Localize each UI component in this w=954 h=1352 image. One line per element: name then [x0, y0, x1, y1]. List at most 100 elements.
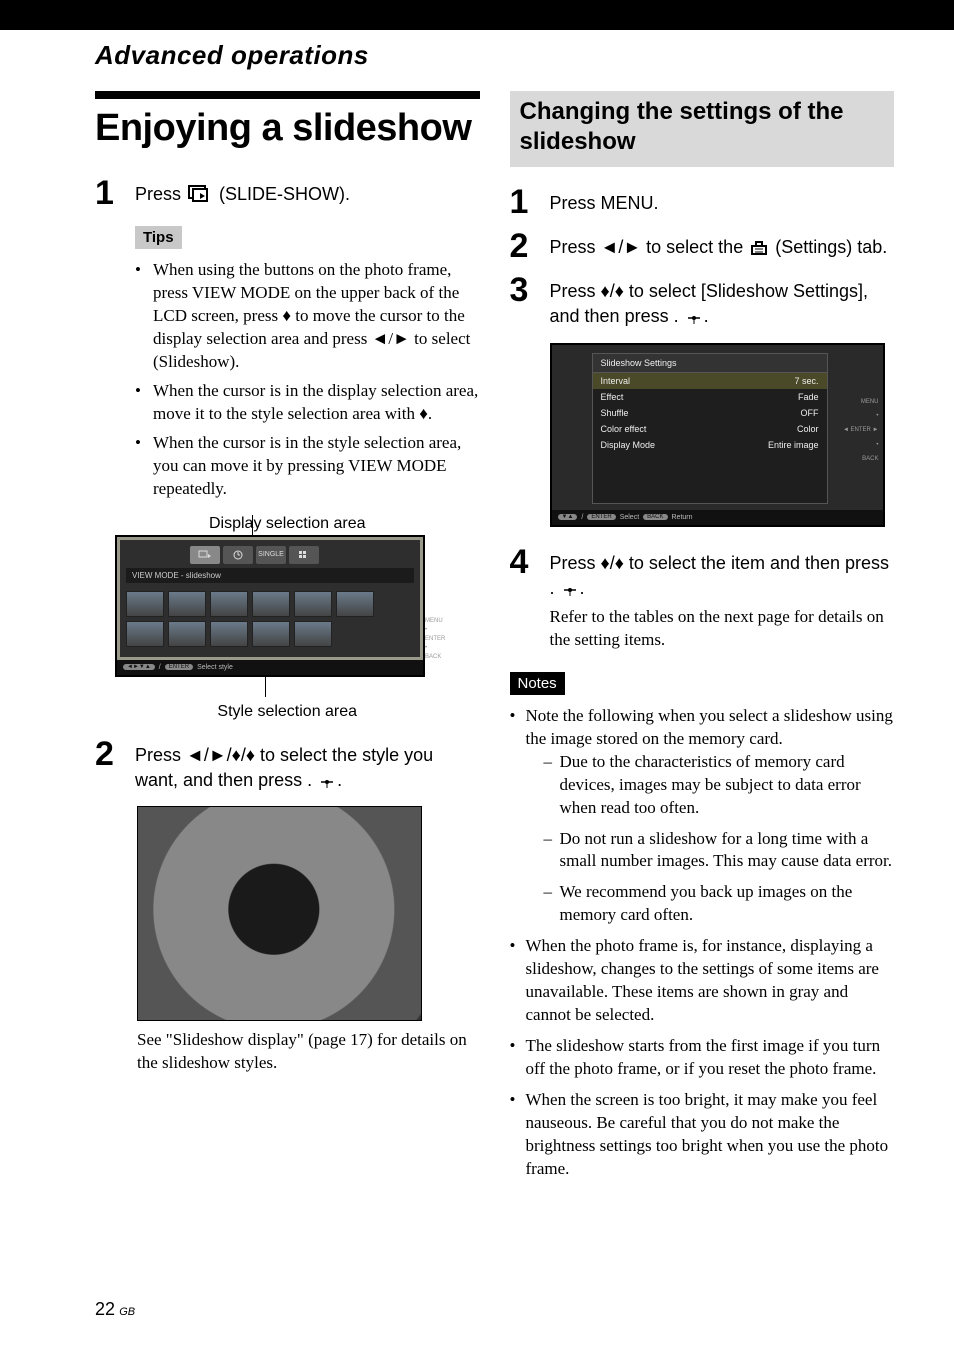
- side-back: BACK: [425, 653, 461, 662]
- enter-pill: ENTER: [587, 514, 615, 520]
- tip-item: When the cursor is in the style selectio…: [135, 432, 480, 501]
- r-step2-pre: Press ◄/► to select the: [550, 237, 749, 257]
- enter-pill: ENTER: [165, 664, 193, 670]
- tip-item: When the cursor is in the display select…: [135, 380, 480, 426]
- after-image-text: See "Slideshow display" (page 17) for de…: [137, 1029, 480, 1075]
- tab-index: [289, 546, 319, 564]
- notes-list: Note the following when you select a sli…: [510, 705, 895, 1181]
- note-item: Note the following when you select a sli…: [510, 705, 895, 927]
- row-key: Shuffle: [601, 408, 629, 418]
- style-selection-caption: Style selection area: [95, 703, 480, 721]
- left-column: Enjoying a slideshow 1 Press (SLIDE-SHOW…: [95, 91, 480, 1189]
- note-item: When the photo frame is, for instance, d…: [510, 935, 895, 1027]
- settings-row: Display ModeEntire image: [593, 437, 827, 453]
- side-dot: •: [425, 626, 461, 635]
- step-1: 1 Press (SLIDE-SHOW).: [95, 176, 480, 210]
- side-back: BACK: [834, 452, 879, 466]
- step-text: Press ◄/► to select the (Settings) tab.: [550, 229, 888, 263]
- nav-pill: ▼▲: [558, 514, 578, 520]
- side-dot: •: [834, 409, 879, 423]
- slash: /: [581, 514, 583, 521]
- page-title: Enjoying a slideshow: [95, 107, 480, 150]
- side-enter: ENTER: [425, 635, 461, 644]
- title-rule: [95, 91, 480, 99]
- thumbnail: [210, 621, 248, 647]
- r-step2-post: (Settings) tab.: [775, 237, 887, 257]
- row-value: Color: [797, 424, 819, 434]
- tab-clock: [223, 546, 253, 564]
- step-text: Press ♦/♦ to select the item and then pr…: [550, 545, 895, 652]
- select-text: Select: [620, 514, 639, 521]
- step-number: 4: [510, 545, 550, 579]
- settings-screenshot: Slideshow Settings Interval7 sec. Effect…: [550, 343, 885, 527]
- settings-row: Effect Fade: [593, 389, 827, 405]
- r-step-4: 4 Press ♦/♦ to select the item and then …: [510, 545, 895, 652]
- section-header: Advanced operations: [95, 40, 894, 71]
- row-value: Fade: [798, 392, 819, 402]
- step-number: 3: [510, 273, 550, 307]
- row-key: Effect: [601, 392, 624, 402]
- subsection-title-box: Changing the settings of the slideshow: [510, 91, 895, 167]
- step-text: Press (SLIDE-SHOW).: [135, 176, 350, 210]
- right-column: Changing the settings of the slideshow 1…: [510, 91, 895, 1189]
- top-black-bar: [0, 0, 954, 30]
- page-region: GB: [119, 1306, 135, 1318]
- row-value: OFF: [801, 408, 819, 418]
- step2-text: Press ◄/►/♦/♦ to select the style you wa…: [135, 745, 433, 790]
- pointer-line: [252, 515, 253, 537]
- r-step4-a: Press ♦/♦ to select the item and then pr…: [550, 553, 890, 598]
- thumbnail: [252, 621, 290, 647]
- thumbnail: [252, 591, 290, 617]
- settings-row: Shuffle OFF: [593, 405, 827, 421]
- r-step4-b: Refer to the tables on the next page for…: [550, 604, 895, 652]
- r-step-3: 3 Press ♦/♦ to select [Slideshow Setting…: [510, 273, 895, 332]
- thumbnail: [336, 591, 374, 617]
- note-item: The slideshow starts from the first imag…: [510, 1035, 895, 1081]
- tab-single: SINGLE: [256, 546, 286, 564]
- settings-title: Slideshow Settings: [593, 354, 827, 373]
- display-selection-caption: Display selection area: [95, 515, 480, 533]
- bottom-bar: ◄►▼▲ / ENTER Select style: [117, 660, 423, 675]
- side-labels: MENU • ENTER • BACK: [425, 617, 461, 662]
- step-text: Press MENU.: [550, 185, 659, 216]
- step1-post: (SLIDE-SHOW).: [219, 184, 350, 204]
- row-value: 7 sec.: [794, 376, 818, 386]
- settings-row: Color effect Color: [593, 421, 827, 437]
- return-text: Return: [672, 514, 693, 521]
- side-dot: •: [425, 644, 461, 653]
- thumbnail-grid: [120, 589, 420, 657]
- bottom-text: Select style: [197, 664, 233, 671]
- side-enter: ◄ ENTER ►: [834, 423, 879, 437]
- step-number: 1: [95, 176, 135, 210]
- step-number: 1: [510, 185, 550, 219]
- side-menu: MENU: [425, 617, 461, 626]
- viewmode-screenshot: SINGLE VIEW MODE - slideshow: [115, 535, 425, 677]
- thumbnail: [210, 591, 248, 617]
- note-subitem: We recommend you back up images on the m…: [544, 881, 895, 927]
- step1-pre: Press: [135, 184, 186, 204]
- thumbnail: [294, 591, 332, 617]
- nav-pill: ◄►▼▲: [123, 664, 155, 670]
- r-step3-text: Press ♦/♦ to select [Slideshow Settings]…: [550, 281, 869, 326]
- side-dot: •: [834, 438, 879, 452]
- note-subitem: Do not run a slideshow for a long time w…: [544, 828, 895, 874]
- enter-icon: [319, 771, 335, 796]
- slash: /: [159, 664, 161, 671]
- thumbnail: [294, 621, 332, 647]
- enter-icon: [686, 307, 702, 332]
- two-columns: Enjoying a slideshow 1 Press (SLIDE-SHOW…: [95, 91, 894, 1189]
- step-text: Press ♦/♦ to select [Slideshow Settings]…: [550, 273, 895, 332]
- step-number: 2: [95, 737, 135, 771]
- row-key: Color effect: [601, 424, 647, 434]
- thumbnail: [168, 621, 206, 647]
- slideshow-icon: [188, 185, 212, 210]
- thumbnail: [126, 621, 164, 647]
- tab-row: SINGLE: [120, 540, 420, 564]
- mode-bar: VIEW MODE - slideshow: [126, 568, 414, 583]
- page-content: Advanced operations Enjoying a slideshow…: [0, 30, 954, 1189]
- note-sublist: Due to the characteristics of memory car…: [526, 751, 895, 928]
- subsection-title: Changing the settings of the slideshow: [520, 97, 885, 157]
- settings-panel: Slideshow Settings Interval7 sec. Effect…: [592, 353, 828, 504]
- settings-icon: [750, 238, 768, 263]
- enter-icon: [562, 579, 578, 604]
